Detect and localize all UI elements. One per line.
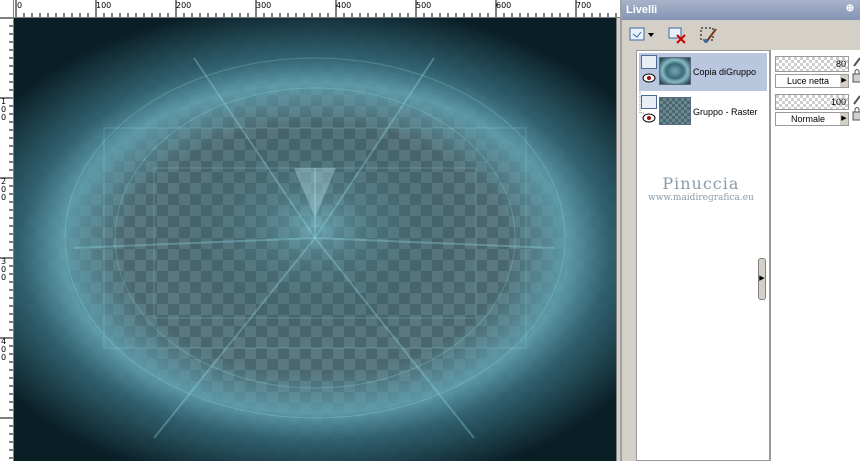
layer-name: Gruppo - Raster — [693, 107, 758, 117]
ruler-top-label: 400 — [336, 1, 352, 10]
layer-props-row: 80 Luce netta ▶ — [775, 54, 860, 90]
layer-thumbnail — [659, 97, 691, 125]
dropdown-arrow-icon[interactable]: ▶ — [840, 113, 848, 125]
canvas-artwork — [64, 57, 566, 439]
blend-mode-select[interactable]: Normale ▶ — [775, 112, 849, 126]
ruler-top-ticks — [15, 0, 617, 17]
watermark: Pinuccia www.maidiregrafica.eu — [648, 174, 754, 203]
watermark-url: www.maidiregrafica.eu — [648, 193, 754, 203]
ruler-left-ticks — [0, 18, 13, 459]
pin-icon[interactable]: ⊕ — [844, 3, 856, 15]
layer-thumbnail — [659, 57, 691, 85]
palette-title: Livelli ⊕ — [622, 0, 860, 20]
brush-icon — [700, 27, 717, 43]
layer-row-copia-digruppo[interactable]: Copia diGruppo — [639, 53, 767, 91]
layer-row-gruppo-raster[interactable]: Gruppo - Raster — [639, 93, 767, 131]
lock-icon[interactable] — [851, 94, 860, 126]
lock-icon[interactable] — [851, 56, 860, 88]
ruler-top: 0 100 200 300 400 500 600 700 — [0, 0, 620, 18]
opacity-slider[interactable]: 80 — [775, 56, 849, 72]
ruler-left-label: 4 0 0 — [1, 337, 7, 362]
visibility-eye-icon[interactable] — [642, 73, 656, 83]
blend-mode-value: Luce netta — [786, 76, 830, 86]
layer-props-row: 100 Normale ▶ — [775, 92, 860, 128]
group-layer-icon — [641, 95, 657, 109]
opacity-value: 80 — [835, 59, 846, 69]
ruler-top-label: 700 — [576, 1, 592, 10]
layer-properties: 80 Luce netta ▶ 100 Normale ▶ — [770, 50, 860, 461]
opacity-slider[interactable]: 100 — [775, 94, 849, 110]
ruler-top-label: 0 — [17, 1, 23, 10]
layers-palette: Livelli ⊕ Copia diGruppo Gruppo - Raster… — [620, 0, 860, 461]
new-layer-icon — [629, 27, 654, 41]
watermark-title: Pinuccia — [662, 174, 740, 193]
ruler-left-label: 1 0 0 — [1, 97, 7, 122]
layer-name: Copia diGruppo — [693, 67, 757, 77]
layer-list: Copia diGruppo Gruppo - Raster — [636, 50, 770, 461]
palette-title-text: Livelli — [626, 4, 658, 16]
blend-mode-value: Normale — [790, 114, 825, 124]
visibility-eye-icon[interactable] — [642, 113, 656, 123]
ruler-left: 1 0 0 2 0 0 3 0 0 4 0 0 — [0, 18, 14, 461]
image-canvas[interactable] — [14, 18, 616, 461]
edit-selection-button[interactable] — [698, 24, 720, 46]
ruler-top-label: 500 — [416, 1, 432, 10]
blend-mode-select[interactable]: Luce netta ▶ — [775, 74, 849, 88]
ruler-top-label: 600 — [496, 1, 512, 10]
ruler-left-label: 2 0 0 — [1, 177, 7, 202]
layers-toolbar — [622, 20, 860, 50]
group-layer-icon — [641, 55, 657, 69]
delete-layer-icon — [668, 27, 686, 44]
ruler-corner — [0, 0, 14, 18]
delete-layer-button[interactable] — [666, 24, 688, 46]
dropdown-arrow-icon[interactable]: ▶ — [840, 75, 848, 87]
panel-splitter[interactable]: ▶ — [758, 258, 766, 300]
ruler-top-label: 200 — [176, 1, 192, 10]
opacity-value: 100 — [830, 97, 846, 107]
ruler-top-label: 300 — [256, 1, 272, 10]
ruler-left-label: 3 0 0 — [1, 257, 7, 282]
ruler-top-label: 100 — [96, 1, 112, 10]
new-layer-button[interactable] — [628, 24, 656, 46]
